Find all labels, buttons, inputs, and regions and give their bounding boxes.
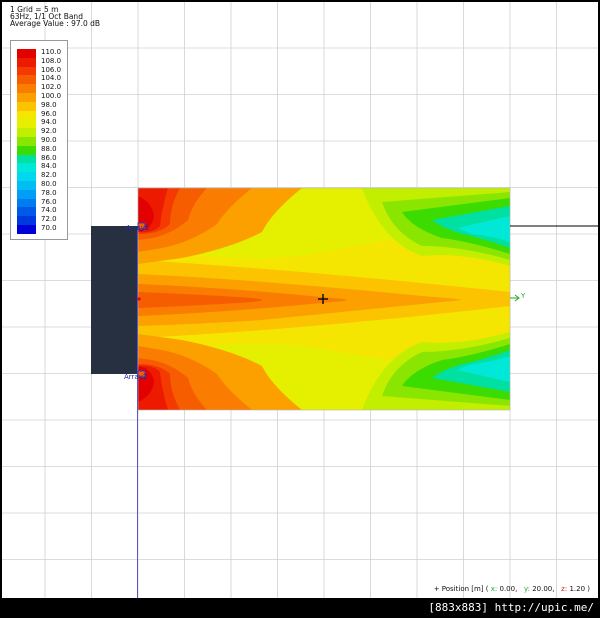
legend-swatch — [17, 128, 36, 138]
legend-value: 98.0 — [41, 100, 57, 109]
legend-swatch — [17, 189, 36, 199]
legend-value: 72.0 — [41, 215, 57, 224]
z-key: z: — [561, 585, 568, 593]
footer-text: [883x883] http://upic.me/ — [428, 601, 594, 614]
legend-value: 86.0 — [41, 153, 57, 162]
array1-label: Array1 — [126, 224, 150, 232]
array2-label: Array2 — [124, 373, 148, 381]
legend-swatch — [17, 145, 36, 155]
legend-value: 84.0 — [41, 162, 57, 171]
legend-value: 88.0 — [41, 144, 57, 153]
legend-value: 96.0 — [41, 109, 57, 118]
plot-canvas[interactable] — [2, 2, 598, 598]
legend-swatch — [17, 49, 36, 58]
legend-value: 108.0 — [41, 56, 62, 65]
legend-value: 100.0 — [41, 92, 62, 100]
legend-value: 90.0 — [41, 136, 57, 144]
color-legend: 110.0 108.0 106.0 104.0 102.0 100.0 98.0 96.0 94… — [10, 40, 68, 240]
legend-value: 80.0 — [41, 180, 57, 188]
legend-swatch — [17, 84, 36, 94]
x-key: x: — [490, 585, 498, 593]
legend-value: 94.0 — [41, 118, 57, 127]
legend-value: 76.0 — [41, 197, 57, 206]
position-prefix: + Position [m] ( — [433, 585, 489, 593]
legend-swatch — [17, 57, 36, 67]
z-value: 1.20 ) — [569, 585, 590, 593]
legend-swatch — [17, 172, 36, 182]
legend-value: 106.0 — [41, 65, 62, 74]
viewport[interactable]: 1 Grid = 5 m 63Hz, 1/1 Oct Band Average … — [2, 2, 598, 598]
position-readout: + Position [m] ( x: 0.00, y: 20.00, z: 1… — [434, 585, 590, 593]
legend-swatch — [17, 207, 36, 217]
legend-swatch — [17, 66, 36, 76]
legend-swatch — [17, 110, 36, 120]
x-value: 0.00, — [499, 585, 518, 593]
legend-swatch — [17, 137, 36, 146]
legend-swatch — [17, 163, 36, 173]
legend-swatch — [17, 181, 36, 190]
footer-bar: [883x883] http://upic.me/ — [0, 598, 600, 618]
legend-value: 70.0 — [41, 224, 57, 232]
legend-swatch — [17, 154, 36, 164]
y-axis-label: Y — [521, 292, 526, 300]
legend-value: 92.0 — [41, 127, 57, 136]
legend-value: 82.0 — [41, 171, 57, 180]
origin-dot — [137, 297, 141, 301]
legend-value: 78.0 — [41, 188, 57, 197]
y-value: 20.00, — [532, 585, 555, 593]
speaker-block-icon[interactable] — [91, 226, 138, 374]
legend-swatch — [17, 119, 36, 129]
legend-swatch — [17, 93, 36, 102]
legend-value: 110.0 — [41, 48, 62, 56]
legend-swatch — [17, 225, 36, 234]
legend-value: 102.0 — [41, 83, 62, 92]
legend-swatch — [17, 198, 36, 208]
legend-value: 74.0 — [41, 206, 57, 215]
legend-swatch — [17, 101, 36, 111]
legend-swatch — [17, 216, 36, 226]
legend-value: 104.0 — [41, 74, 62, 83]
y-key: y: — [523, 585, 530, 593]
legend-swatch — [17, 75, 36, 85]
average-value-text: Average Value : 97.0 dB — [10, 19, 101, 28]
